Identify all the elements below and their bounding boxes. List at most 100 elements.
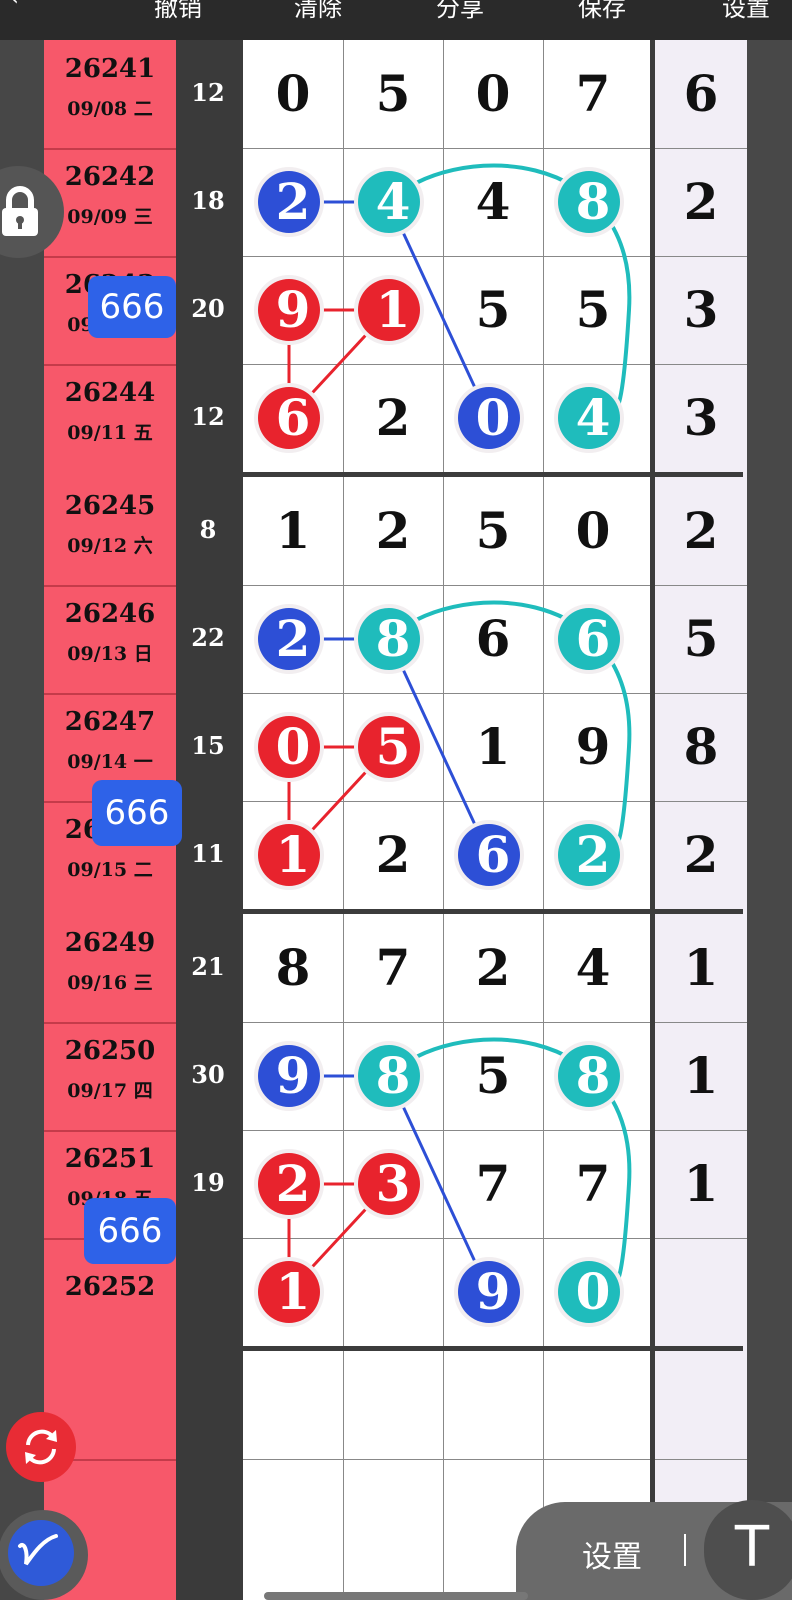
issue-date-cell: 26250 09/17 四 bbox=[44, 1022, 176, 1130]
digit-cell[interactable]: 0 bbox=[443, 40, 543, 148]
issue-date-cell: 26245 09/12 六 bbox=[44, 477, 176, 585]
digit-cell[interactable]: 0 bbox=[243, 693, 343, 801]
digit-cell[interactable]: 2 bbox=[343, 801, 443, 909]
digit-cell[interactable]: 9 bbox=[243, 256, 343, 364]
digit-cell[interactable]: 6 bbox=[443, 801, 543, 909]
digit-cell[interactable]: 2 bbox=[443, 914, 543, 1022]
digit-cell[interactable]: 4 bbox=[543, 914, 643, 1022]
last-digit-cell[interactable]: 1 bbox=[655, 1022, 747, 1130]
refresh-button[interactable] bbox=[6, 1412, 76, 1482]
digit-cell[interactable]: 9 bbox=[543, 693, 643, 801]
digit-cell[interactable]: 7 bbox=[543, 1130, 643, 1238]
digit-cell[interactable]: 0 bbox=[243, 40, 343, 148]
pen-button[interactable] bbox=[0, 1510, 88, 1600]
digit-sum: 30 bbox=[191, 1060, 225, 1089]
digit-cell[interactable]: 7 bbox=[343, 914, 443, 1022]
digit-cell[interactable]: 7 bbox=[443, 1130, 543, 1238]
digit-sum: 11 bbox=[191, 839, 225, 868]
text-tool-icon[interactable]: T bbox=[704, 1500, 792, 1600]
issue-number: 26249 bbox=[64, 928, 156, 958]
digit-cell[interactable]: 1 bbox=[243, 477, 343, 585]
last-digit-cell[interactable]: 2 bbox=[655, 148, 747, 256]
digit-cell[interactable]: 0 bbox=[543, 477, 643, 585]
digit-cell[interactable]: 8 bbox=[543, 1022, 643, 1130]
undo-button[interactable]: 撤销 bbox=[154, 0, 202, 23]
digit-cell[interactable]: 6 bbox=[443, 585, 543, 693]
last-digit-cell[interactable]: 6 bbox=[655, 40, 747, 148]
last-digit-cell[interactable]: 1 bbox=[655, 914, 747, 1022]
digit-cell[interactable]: 4 bbox=[343, 148, 443, 256]
group-divider bbox=[243, 1346, 743, 1351]
issue-number: 26250 bbox=[64, 1036, 156, 1066]
digit-cell[interactable]: 5 bbox=[443, 477, 543, 585]
last-digit-cell[interactable]: 1 bbox=[655, 1130, 747, 1238]
lock-button[interactable] bbox=[0, 166, 64, 258]
digit-cell[interactable]: 6 bbox=[243, 364, 343, 472]
digit-cell[interactable]: 0 bbox=[443, 364, 543, 472]
issue-date-cell: 26246 09/13 日 bbox=[44, 585, 176, 693]
issue-date-cell: 26244 09/11 五 bbox=[44, 364, 176, 472]
digit-cell[interactable]: 2 bbox=[243, 585, 343, 693]
digit-cell[interactable]: 1 bbox=[243, 801, 343, 909]
digit-cell[interactable]: 5 bbox=[543, 256, 643, 364]
chevron-left-icon[interactable]: ‹ bbox=[10, 0, 19, 11]
issue-date: 09/15 二 bbox=[67, 859, 153, 881]
last-digit-cell[interactable]: 3 bbox=[655, 364, 747, 472]
digit-cell[interactable]: 6 bbox=[543, 585, 643, 693]
floating-badge[interactable]: 666 bbox=[92, 780, 182, 846]
grid-row-line bbox=[243, 1459, 650, 1460]
last-col-row-line bbox=[655, 1459, 747, 1460]
digit-sum: 22 bbox=[191, 623, 225, 652]
digit-cell[interactable]: 8 bbox=[243, 914, 343, 1022]
digit-cell[interactable]: 2 bbox=[243, 1130, 343, 1238]
last-digit-cell[interactable]: 2 bbox=[655, 477, 747, 585]
top-toolbar: ‹ 撤销 清除 分享 保存 设置 bbox=[0, 0, 792, 40]
digit-cell[interactable]: 5 bbox=[343, 40, 443, 148]
digit-cell[interactable]: 2 bbox=[243, 148, 343, 256]
digit-cell[interactable] bbox=[343, 1238, 443, 1346]
issue-date: 09/13 日 bbox=[67, 643, 153, 665]
home-indicator bbox=[264, 1592, 528, 1600]
digit-sum: 21 bbox=[191, 952, 225, 981]
digit-cell[interactable]: 8 bbox=[343, 585, 443, 693]
digit-cell[interactable]: 0 bbox=[543, 1238, 643, 1346]
last-digit-cell[interactable] bbox=[655, 1238, 747, 1346]
digit-sum: 12 bbox=[191, 78, 225, 107]
digit-cell[interactable]: 2 bbox=[343, 477, 443, 585]
digit-cell[interactable]: 3 bbox=[343, 1130, 443, 1238]
save-button[interactable]: 保存 bbox=[578, 0, 626, 23]
digit-cell[interactable]: 9 bbox=[443, 1238, 543, 1346]
digit-cell[interactable]: 1 bbox=[243, 1238, 343, 1346]
last-digit-cell[interactable]: 2 bbox=[655, 801, 747, 909]
digit-cell[interactable]: 4 bbox=[443, 148, 543, 256]
last-digit-cell[interactable]: 8 bbox=[655, 693, 747, 801]
floating-badge[interactable]: 666 bbox=[84, 1198, 176, 1264]
panel-divider bbox=[684, 1534, 686, 1566]
floating-badge[interactable]: 666 bbox=[88, 276, 176, 338]
issue-date: 09/16 三 bbox=[67, 972, 153, 994]
last-digit-cell[interactable]: 5 bbox=[655, 585, 747, 693]
digit-sum: 8 bbox=[199, 515, 217, 544]
last-digit-cell[interactable]: 3 bbox=[655, 256, 747, 364]
digit-cell[interactable]: 4 bbox=[543, 364, 643, 472]
issue-number: 26252 bbox=[64, 1272, 156, 1302]
digit-cell[interactable]: 8 bbox=[343, 1022, 443, 1130]
digit-cell[interactable]: 5 bbox=[443, 1022, 543, 1130]
issue-number: 26241 bbox=[64, 54, 156, 84]
share-button[interactable]: 分享 bbox=[436, 0, 484, 23]
digit-sum: 20 bbox=[191, 294, 225, 323]
digit-cell[interactable]: 8 bbox=[543, 148, 643, 256]
bottom-settings-button[interactable]: 设置 bbox=[582, 1532, 642, 1576]
digit-cell[interactable]: 1 bbox=[343, 256, 443, 364]
digit-cell[interactable]: 2 bbox=[343, 364, 443, 472]
digit-sum: 19 bbox=[191, 1168, 225, 1197]
digit-cell[interactable]: 5 bbox=[443, 256, 543, 364]
digit-cell[interactable]: 5 bbox=[343, 693, 443, 801]
clear-button[interactable]: 清除 bbox=[294, 0, 342, 23]
issue-date: 09/11 五 bbox=[67, 422, 153, 444]
digit-cell[interactable]: 2 bbox=[543, 801, 643, 909]
digit-cell[interactable]: 7 bbox=[543, 40, 643, 148]
digit-cell[interactable]: 9 bbox=[243, 1022, 343, 1130]
digit-cell[interactable]: 1 bbox=[443, 693, 543, 801]
settings-button[interactable]: 设置 bbox=[722, 0, 770, 23]
